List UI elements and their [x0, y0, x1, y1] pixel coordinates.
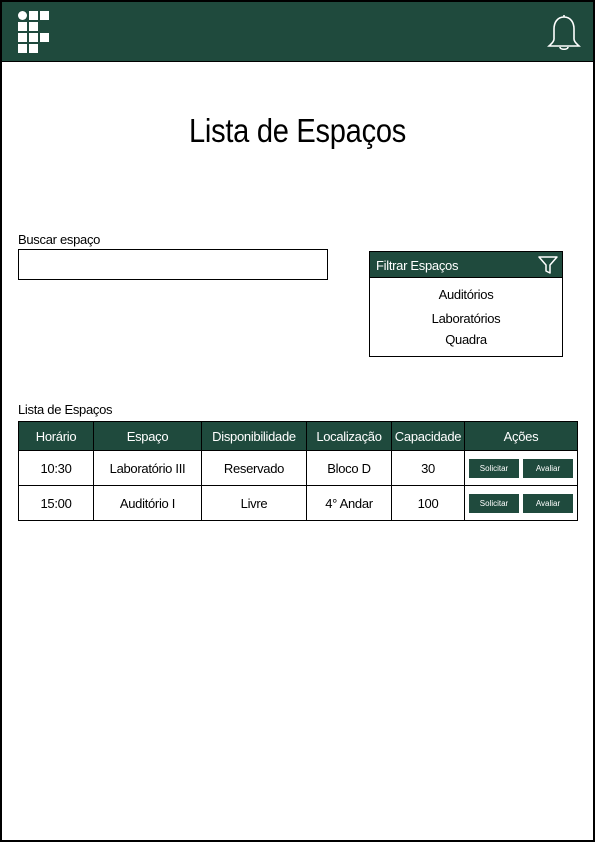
cell-horario: 15:00: [18, 485, 94, 521]
rate-button[interactable]: Avaliar: [523, 493, 573, 513]
filter-title: Filtrar Espaços: [376, 258, 459, 273]
search-input[interactable]: [18, 249, 328, 280]
spaces-table: Horário Espaço Disponibilidade Localizaç…: [18, 421, 578, 521]
cell-capacidade: 30: [391, 450, 465, 486]
column-header-espaco[interactable]: Espaço: [93, 421, 202, 451]
institute-logo-icon[interactable]: [18, 11, 50, 53]
filter-option-quadra[interactable]: Quadra: [370, 332, 562, 347]
list-label: Lista de Espaços: [18, 402, 113, 417]
column-header-disponibilidade[interactable]: Disponibilidade: [201, 421, 307, 451]
table-header-row: Horário Espaço Disponibilidade Localizaç…: [18, 421, 578, 451]
cell-localizacao: Bloco D: [306, 450, 392, 486]
table-row[interactable]: 10:30 Laboratório III Reservado Bloco D …: [18, 450, 578, 486]
app-header: [2, 2, 593, 62]
column-header-localizacao[interactable]: Localização: [306, 421, 392, 451]
bell-icon[interactable]: [546, 14, 582, 52]
cell-capacidade: 100: [391, 485, 465, 521]
cell-localizacao: 4° Andar: [306, 485, 392, 521]
rate-button[interactable]: Avaliar: [523, 458, 573, 478]
column-header-acoes: Ações: [464, 421, 578, 451]
search-label: Buscar espaço: [18, 232, 101, 247]
page-title: Lista de Espaços: [189, 112, 406, 149]
filter-option-laboratorios[interactable]: Laboratórios: [370, 311, 562, 326]
column-header-horario[interactable]: Horário: [18, 421, 94, 451]
filter-header[interactable]: Filtrar Espaços: [370, 252, 562, 278]
cell-acoes: Solicitar Avaliar: [464, 485, 578, 521]
cell-disponibilidade: Livre: [201, 485, 307, 521]
table-row[interactable]: 15:00 Auditório I Livre 4° Andar 100 Sol…: [18, 485, 578, 521]
column-header-capacidade[interactable]: Capacidade: [391, 421, 465, 451]
cell-acoes: Solicitar Avaliar: [464, 450, 578, 486]
request-button[interactable]: Solicitar: [469, 458, 519, 478]
cell-espaco: Laboratório III: [93, 450, 202, 486]
filter-panel: Filtrar Espaços Auditórios Laboratórios …: [369, 251, 563, 357]
cell-disponibilidade: Reservado: [201, 450, 307, 486]
request-button[interactable]: Solicitar: [469, 493, 519, 513]
cell-espaco: Auditório I: [93, 485, 202, 521]
cell-horario: 10:30: [18, 450, 94, 486]
filter-option-auditorios[interactable]: Auditórios: [370, 287, 562, 302]
funnel-icon[interactable]: [538, 256, 558, 275]
